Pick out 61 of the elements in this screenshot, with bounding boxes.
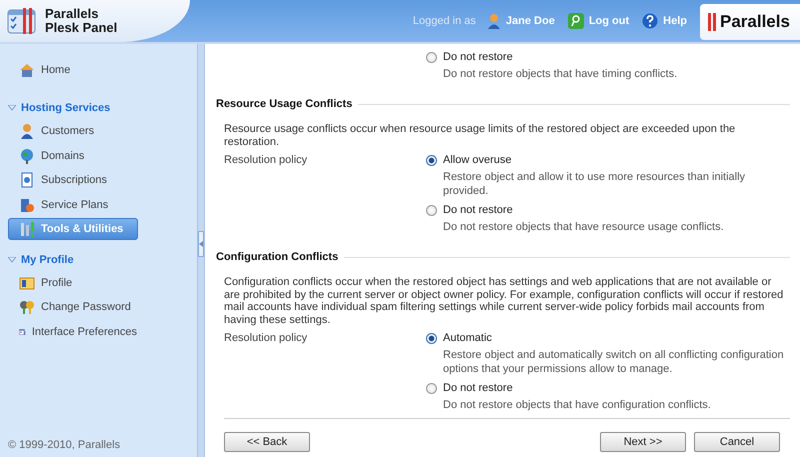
group-header[interactable]: Hosting Services <box>8 99 197 117</box>
collapse-handle[interactable] <box>198 231 204 257</box>
globe-icon <box>19 148 35 164</box>
card-icon <box>19 274 35 290</box>
radio-button[interactable] <box>426 204 437 216</box>
house-icon <box>19 62 35 78</box>
sidebar-item[interactable]: Domains <box>8 144 138 166</box>
radio-button[interactable] <box>426 332 437 344</box>
cancel-button[interactable]: Cancel <box>694 432 780 452</box>
radio-option[interactable]: Do not restore <box>426 49 790 65</box>
sidebar-item[interactable]: Customers <box>8 120 138 142</box>
back-button[interactable]: << Back <box>224 432 310 452</box>
option-description: Do not restore objects that have configuration conflicts. <box>442 398 712 412</box>
help-icon <box>642 13 658 29</box>
left-arrow-icon <box>199 241 203 247</box>
next-button[interactable]: Next >> <box>600 432 686 452</box>
option-description: Do not restore objects that have timing conflicts. <box>442 67 678 81</box>
person-icon <box>486 13 501 29</box>
option-label: Do not restore <box>443 51 513 63</box>
radio-button[interactable] <box>426 382 437 394</box>
bin-icon <box>19 196 35 212</box>
sidebar-item[interactable]: Change Password <box>8 296 138 318</box>
radio-button[interactable] <box>426 52 437 62</box>
radio-option[interactable]: Do not restore <box>426 202 790 218</box>
person-icon <box>19 123 35 139</box>
radio-option[interactable]: Do not restore <box>426 380 790 396</box>
sidebar-item[interactable]: Profile <box>8 272 138 294</box>
collapse-caret-icon <box>8 105 16 111</box>
logged-in-label: Logged in as <box>412 15 476 27</box>
home-link[interactable]: Home <box>8 59 138 81</box>
bars-icon <box>708 13 717 31</box>
wrench-icon <box>19 221 35 237</box>
sidebar-splitter[interactable] <box>197 44 205 457</box>
product-name: Parallels Plesk Panel <box>45 7 118 35</box>
collapse-caret-icon <box>8 256 16 262</box>
radio-option[interactable]: Allow overuse <box>426 152 790 168</box>
option-description: Do not restore objects that have resource usage conflicts. <box>442 220 725 234</box>
brand-name: Parallels <box>720 12 790 32</box>
group-header[interactable]: My Profile <box>8 250 197 268</box>
radio-option[interactable]: Automatic <box>426 330 790 346</box>
logout-icon <box>568 13 584 29</box>
option-description: Restore object and allow it to use more resources than initially provided. <box>442 170 746 198</box>
keys-icon <box>19 299 35 315</box>
sidebar-item[interactable]: Interface Preferences <box>8 320 138 342</box>
field-label: Resolution policy <box>224 331 308 346</box>
section-title: Configuration Conflicts <box>216 251 338 263</box>
section-description: Resource usage conflicts occur when resource usage limits of the restored object are exceeded upon the restoration. <box>224 123 736 148</box>
radio-button[interactable] <box>426 154 437 166</box>
sidebar-item[interactable]: Subscriptions <box>8 169 138 191</box>
option-label: Allow overuse <box>443 154 512 166</box>
option-label: Automatic <box>443 332 492 344</box>
copyright-text: © 1999-2010, Parallels <box>8 439 122 451</box>
checklist-logo-icon <box>7 7 37 35</box>
document-icon <box>19 172 35 188</box>
section-title: Resource Usage Conflicts <box>216 98 352 110</box>
section-description: Configuration conflicts occur when the restored object has settings and web applications that are not available or are prohibited by the current server or object owner policy. For example, configuration conflicts will occur if restored mail accounts have individual spam filtering settings while current server-wide policy forbids mail accounts from having these settings. <box>224 276 784 326</box>
option-label: Do not restore <box>443 382 513 394</box>
sidebar-item[interactable]: Service Plans <box>8 194 138 216</box>
option-description: Restore object and automatically switch on all conflicting configuration options that your permissions allow to manage. <box>442 348 785 376</box>
option-label: Do not restore <box>443 204 513 216</box>
field-label: Resolution policy <box>224 153 308 168</box>
